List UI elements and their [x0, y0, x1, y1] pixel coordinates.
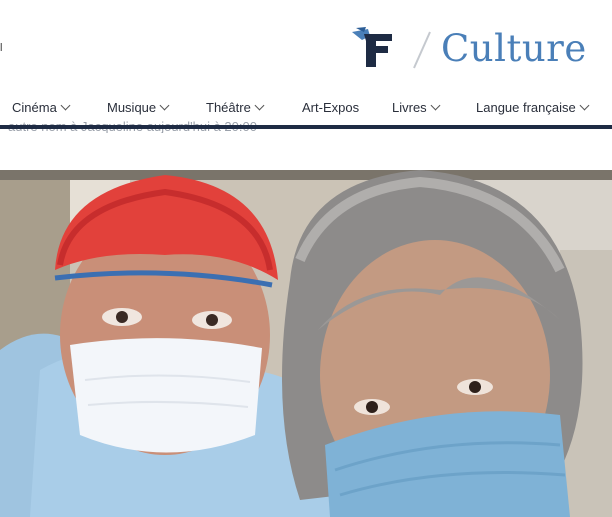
nav-item-langue-francaise[interactable]: Langue française — [476, 100, 590, 115]
nav-item-label: Langue française — [476, 100, 576, 115]
section-title[interactable]: Culture — [441, 27, 587, 70]
divider-slash — [413, 31, 431, 69]
chevron-down-icon — [430, 100, 441, 111]
nav-item-theatre[interactable]: Théâtre — [206, 100, 265, 115]
nav-underline-bar — [0, 125, 612, 129]
nav-item-label: Musique — [107, 100, 157, 115]
nav-item-label: Livres — [392, 100, 427, 115]
nav-item-label: Théâtre — [206, 100, 251, 115]
nav-item-musique[interactable]: Musique — [107, 100, 170, 115]
category-nav: Cinéma Musique Théâtre Art-Expos Livres … — [0, 92, 612, 124]
nav-item-art-expos[interactable]: Art-Expos — [302, 100, 359, 115]
chevron-down-icon — [579, 100, 590, 111]
nav-item-label: Art-Expos — [302, 100, 360, 115]
chevron-down-icon — [159, 100, 170, 111]
site-header: l Culture — [0, 0, 612, 92]
nav-item-cinema[interactable]: Cinéma — [12, 100, 71, 115]
chevron-down-icon — [60, 100, 71, 111]
article-photo — [0, 170, 612, 517]
le-figaro-logo-icon[interactable] — [350, 26, 400, 70]
cut-off-text: l — [0, 42, 3, 54]
nav-item-livres[interactable]: Livres — [392, 100, 441, 115]
nav-item-label: Cinéma — [12, 100, 57, 115]
chevron-down-icon — [254, 100, 265, 111]
